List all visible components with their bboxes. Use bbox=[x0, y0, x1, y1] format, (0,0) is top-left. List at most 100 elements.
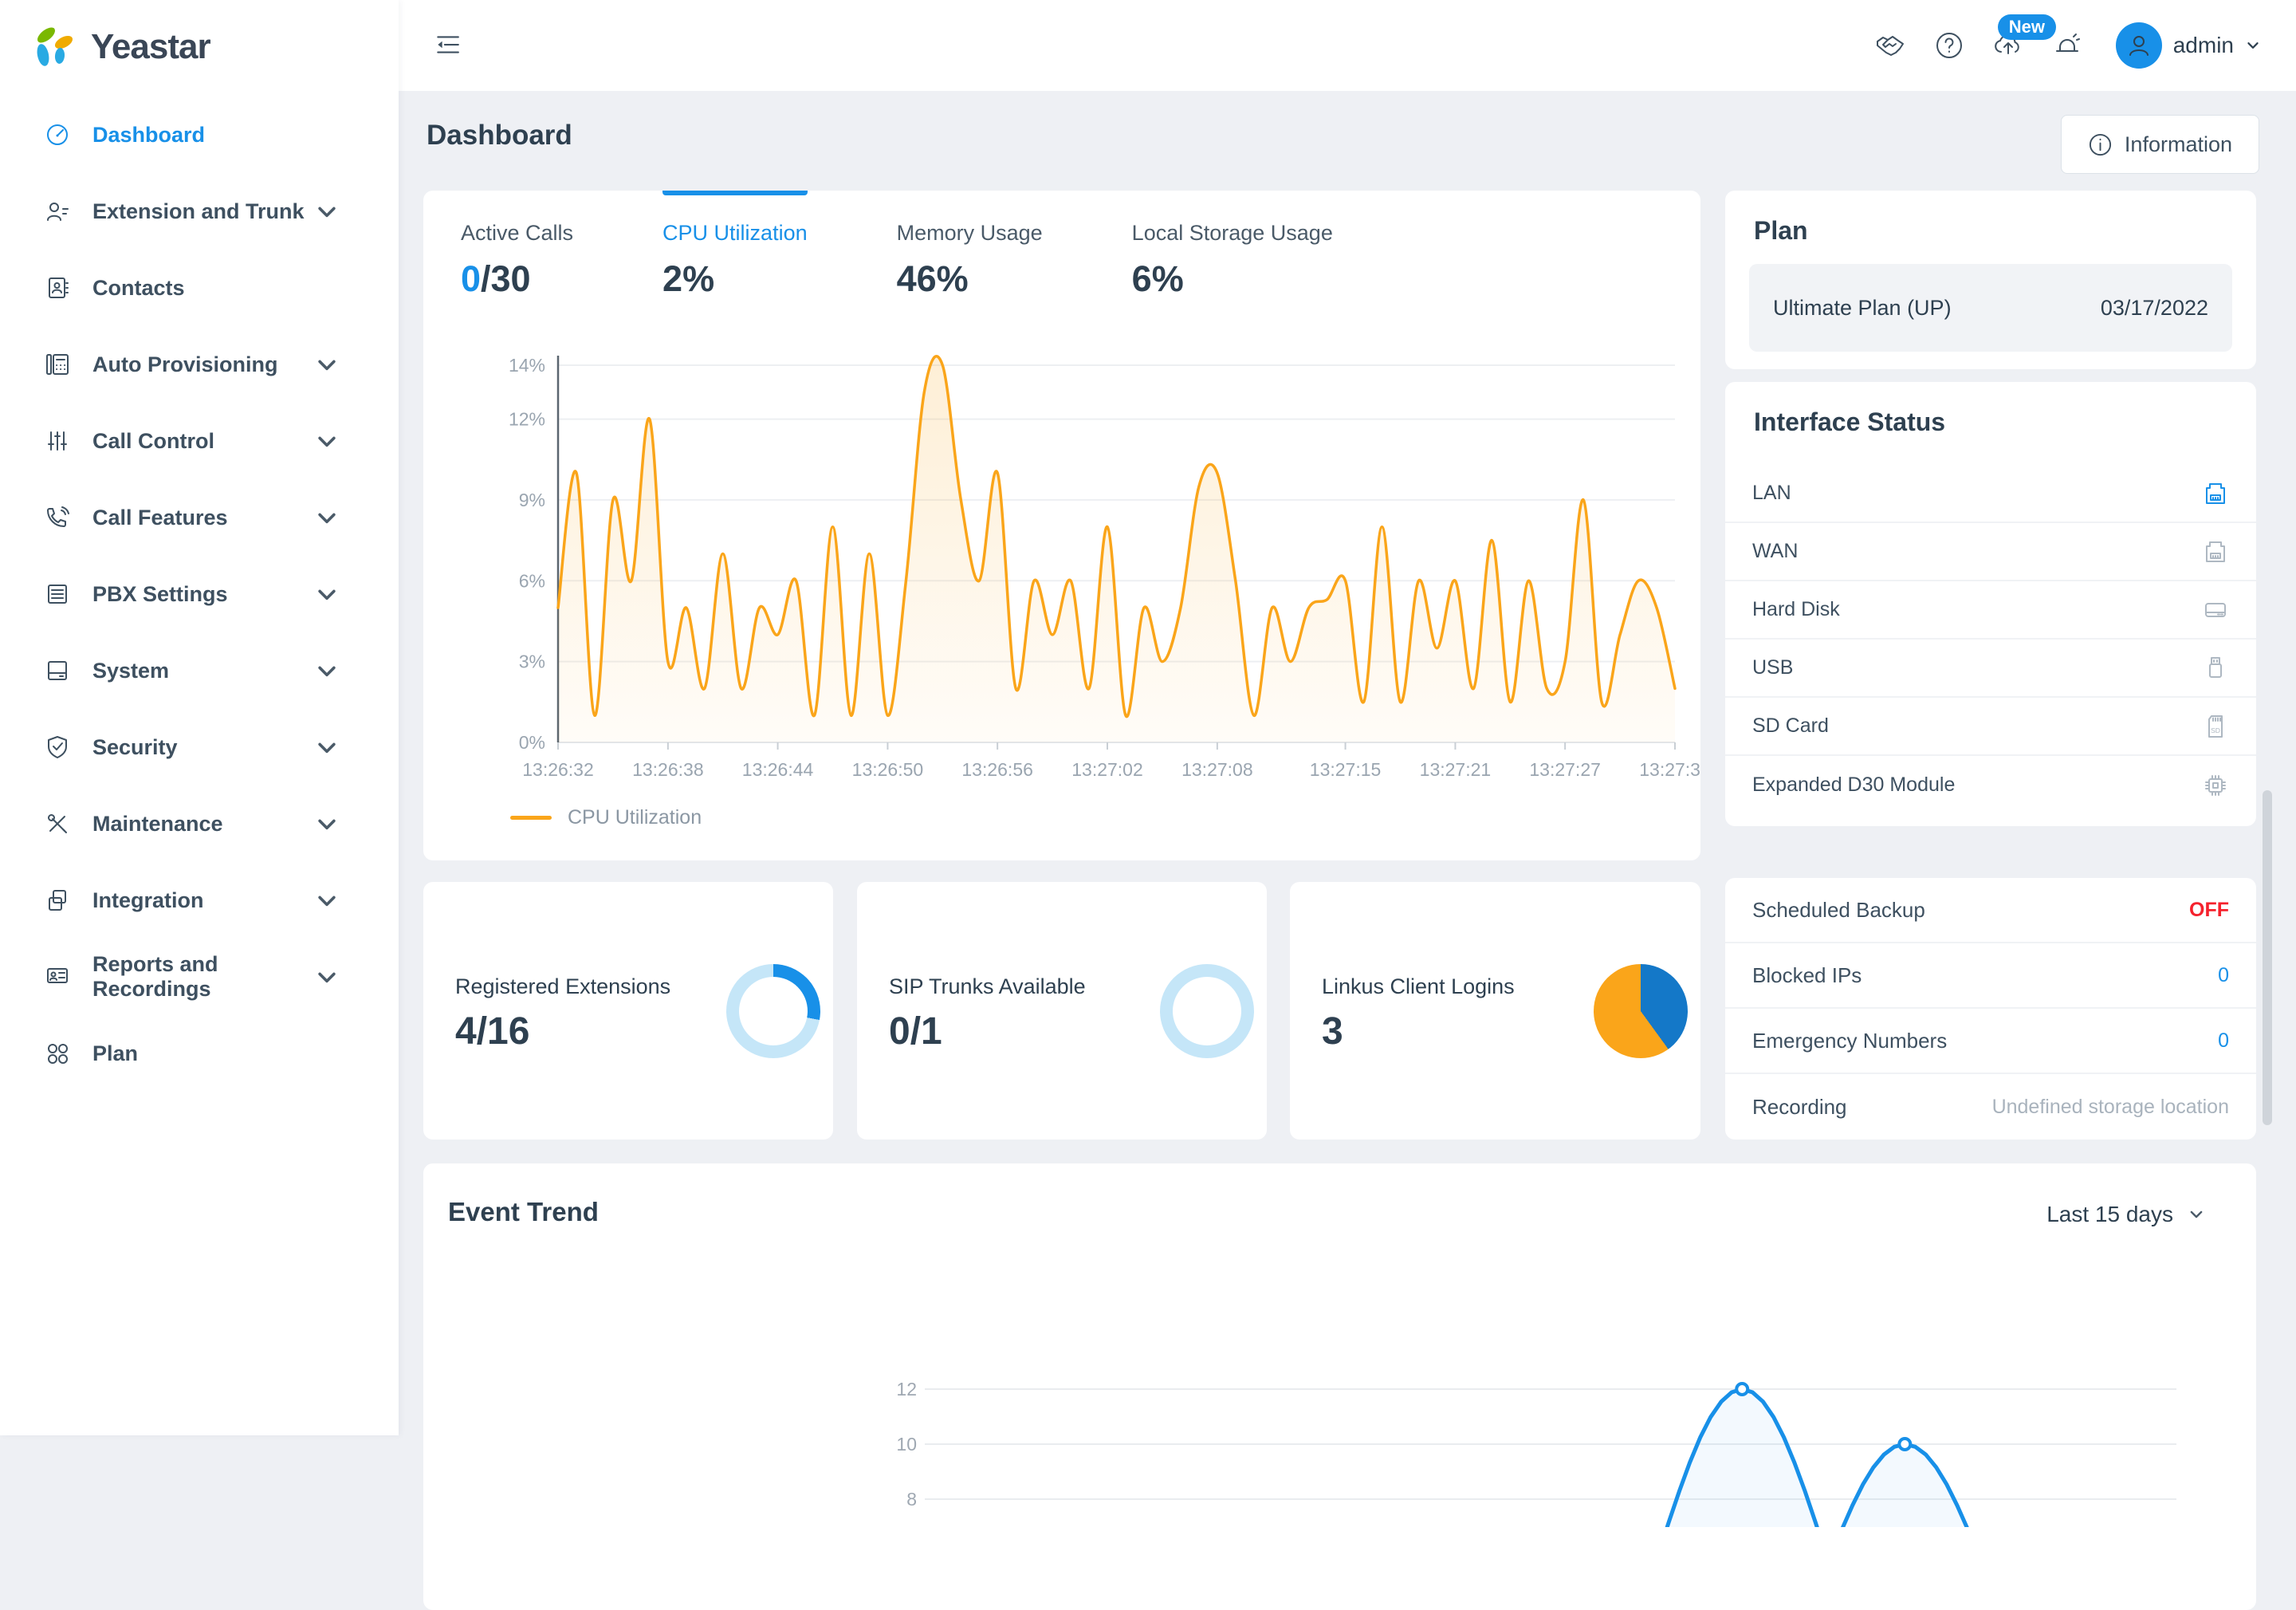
svg-text:0%: 0% bbox=[519, 732, 545, 753]
plan-card: Plan Ultimate Plan (UP) 03/17/2022 bbox=[1725, 191, 2256, 369]
chevron-down-icon bbox=[314, 811, 340, 836]
svg-text:3%: 3% bbox=[519, 651, 545, 672]
yeastar-logo-icon bbox=[29, 21, 78, 73]
contacts-icon bbox=[45, 275, 70, 301]
svg-text:13:26:38: 13:26:38 bbox=[632, 759, 704, 780]
sidebar-item-dashboard[interactable]: Dashboard bbox=[0, 96, 399, 173]
new-badge: New bbox=[1998, 14, 2056, 40]
stat-tabs: Active Calls 0/30 CPU Utilization 2% Mem… bbox=[423, 191, 1700, 300]
chevron-down-icon bbox=[314, 734, 340, 760]
information-button[interactable]: Information bbox=[2061, 115, 2259, 174]
ethernet-icon bbox=[2202, 538, 2229, 565]
event-trend-chart: 12 10 8 bbox=[423, 1347, 2256, 1527]
user-icon bbox=[2126, 33, 2152, 58]
alarm-icon[interactable] bbox=[2052, 30, 2082, 61]
event-trend-card: Event Trend Last 15 days 12 10 8 bbox=[423, 1163, 2256, 1610]
svg-text:13:27:08: 13:27:08 bbox=[1181, 759, 1253, 780]
hard-disk-icon bbox=[2202, 596, 2229, 624]
sidebar-item-security[interactable]: Security bbox=[0, 709, 399, 785]
linkus-client-logins-card: Linkus Client Logins 3 bbox=[1290, 882, 1700, 1140]
registered-extensions-value: 4/16 bbox=[455, 1010, 529, 1053]
reports-icon bbox=[45, 964, 70, 990]
plan-name: Ultimate Plan (UP) bbox=[1773, 296, 1952, 321]
sidebar-item-reports-and-recordings[interactable]: Reports and Recordings bbox=[0, 939, 399, 1015]
chevron-down-icon bbox=[2245, 37, 2261, 53]
svg-text:14%: 14% bbox=[509, 355, 545, 376]
svg-text:13:26:50: 13:26:50 bbox=[852, 759, 924, 780]
svg-text:6%: 6% bbox=[519, 570, 545, 591]
tab-active-calls[interactable]: Active Calls 0/30 bbox=[461, 191, 573, 300]
call-control-icon bbox=[45, 428, 70, 454]
storage-value: 6% bbox=[1132, 258, 1333, 300]
svg-text:13:27:21: 13:27:21 bbox=[1420, 759, 1492, 780]
sidebar-item-pbx-settings[interactable]: PBX Settings bbox=[0, 556, 399, 632]
recording-row: Recording Undefined storage location bbox=[1725, 1074, 2256, 1140]
sidebar-item-system[interactable]: System bbox=[0, 632, 399, 709]
svg-text:13:26:44: 13:26:44 bbox=[742, 759, 814, 780]
svg-text:8: 8 bbox=[906, 1489, 917, 1510]
sidebar: Yeastar Dashboard Extension and Trunk Co… bbox=[0, 0, 399, 1435]
event-trend-heading: Event Trend bbox=[448, 1197, 599, 1227]
blocked-ips-row: Blocked IPs 0 bbox=[1725, 943, 2256, 1009]
linkus-logins-pie-chart bbox=[1594, 964, 1688, 1058]
sidebar-item-call-features[interactable]: Call Features bbox=[0, 479, 399, 556]
svg-text:12: 12 bbox=[896, 1379, 917, 1399]
main-content: Dashboard Information Active Calls 0/30 … bbox=[399, 91, 2296, 1435]
interface-row-hard-disk: Hard Disk bbox=[1725, 581, 2256, 640]
sidebar-item-maintenance[interactable]: Maintenance bbox=[0, 785, 399, 862]
ethernet-icon bbox=[2202, 480, 2229, 507]
system-status-card: Scheduled Backup OFF Blocked IPs 0 Emerg… bbox=[1725, 878, 2256, 1140]
interface-row-expanded-d30-module: Expanded D30 Module bbox=[1725, 756, 2256, 814]
chevron-down-icon bbox=[2188, 1206, 2205, 1223]
plan-heading: Plan bbox=[1725, 191, 2256, 246]
integration-icon bbox=[45, 888, 70, 913]
registered-extensions-donut-chart bbox=[726, 964, 820, 1058]
svg-text:SD: SD bbox=[2211, 726, 2220, 734]
sidebar-nav: Dashboard Extension and Trunk Contacts A… bbox=[0, 96, 399, 1092]
chevron-down-icon bbox=[314, 964, 340, 990]
cpu-legend[interactable]: CPU Utilization bbox=[510, 806, 702, 829]
auto-provisioning-icon bbox=[45, 352, 70, 377]
emergency-numbers-row: Emergency Numbers 0 bbox=[1725, 1009, 2256, 1074]
blocked-ips-count[interactable]: 0 bbox=[2218, 964, 2229, 987]
event-trend-range-select[interactable]: Last 15 days bbox=[2046, 1202, 2205, 1227]
cpu-value: 2% bbox=[662, 258, 808, 300]
interface-status-card: Interface Status LAN WAN Hard Disk bbox=[1725, 382, 2256, 826]
info-icon bbox=[2088, 132, 2113, 157]
svg-text:13:27:02: 13:27:02 bbox=[1071, 759, 1143, 780]
partner-handshake-icon[interactable] bbox=[1875, 30, 1905, 61]
sidebar-item-integration[interactable]: Integration bbox=[0, 862, 399, 939]
security-shield-icon bbox=[45, 734, 70, 760]
avatar bbox=[2116, 22, 2162, 69]
svg-text:13:27:33: 13:27:33 bbox=[1639, 759, 1700, 780]
sip-trunks-value: 0/1 bbox=[889, 1010, 942, 1053]
svg-text:9%: 9% bbox=[519, 490, 545, 510]
collapse-sidebar-button[interactable] bbox=[434, 31, 461, 61]
emergency-numbers-count[interactable]: 0 bbox=[2218, 1029, 2229, 1053]
pbx-settings-icon bbox=[45, 581, 70, 607]
sidebar-item-extension-and-trunk[interactable]: Extension and Trunk bbox=[0, 173, 399, 250]
user-menu[interactable]: admin bbox=[2116, 22, 2261, 69]
help-icon[interactable] bbox=[1934, 30, 1964, 61]
plan-icon bbox=[45, 1041, 70, 1066]
sidebar-item-call-control[interactable]: Call Control bbox=[0, 403, 399, 479]
sidebar-item-plan[interactable]: Plan bbox=[0, 1015, 399, 1092]
interface-row-usb: USB bbox=[1725, 640, 2256, 698]
interface-row-wan: WAN bbox=[1725, 523, 2256, 581]
tab-local-storage-usage[interactable]: Local Storage Usage 6% bbox=[1132, 191, 1333, 300]
chevron-down-icon bbox=[314, 199, 340, 224]
plan-row: Ultimate Plan (UP) 03/17/2022 bbox=[1749, 264, 2232, 352]
sip-trunks-card: SIP Trunks Available 0/1 bbox=[857, 882, 1267, 1140]
svg-text:10: 10 bbox=[896, 1434, 917, 1455]
svg-text:13:26:32: 13:26:32 bbox=[522, 759, 594, 780]
sidebar-item-auto-provisioning[interactable]: Auto Provisioning bbox=[0, 326, 399, 403]
sidebar-item-contacts[interactable]: Contacts bbox=[0, 250, 399, 326]
brand-logo: Yeastar bbox=[0, 0, 399, 73]
extension-trunk-icon bbox=[45, 199, 70, 224]
tab-memory-usage[interactable]: Memory Usage 46% bbox=[897, 191, 1043, 300]
scrollbar-thumb[interactable] bbox=[2263, 790, 2272, 1125]
sip-trunks-donut-chart bbox=[1160, 964, 1254, 1058]
whats-new-icon[interactable]: New bbox=[1993, 30, 2023, 61]
tab-cpu-utilization[interactable]: CPU Utilization 2% bbox=[662, 191, 808, 300]
call-features-icon bbox=[45, 505, 70, 530]
